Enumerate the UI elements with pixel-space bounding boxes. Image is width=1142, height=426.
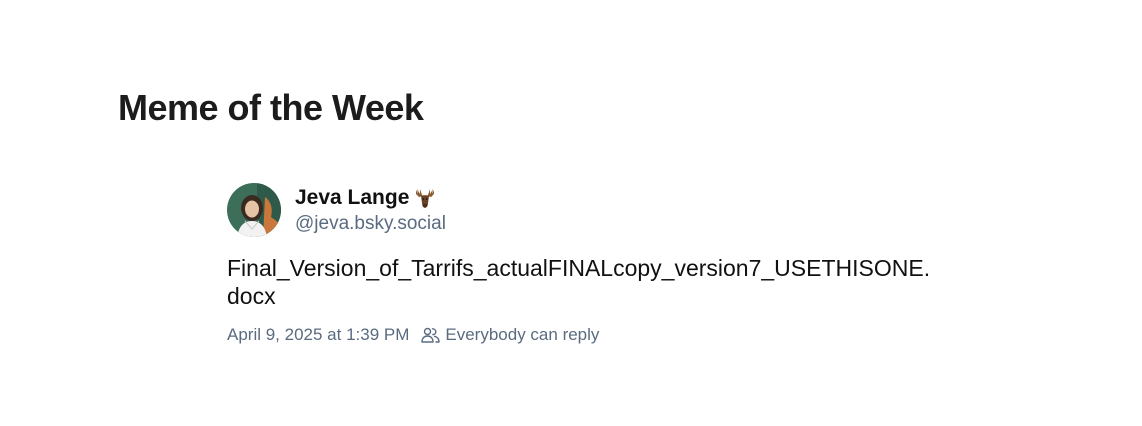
post-text-line: Final_Version_of_Tarrifs_actualFINALcopy… bbox=[227, 255, 931, 281]
author-handle[interactable]: @jeva.bsky.social bbox=[295, 212, 446, 236]
post-meta: April 9, 2025 at 1:39 PM Everybody can r… bbox=[227, 325, 987, 345]
reply-setting[interactable]: Everybody can reply bbox=[421, 325, 599, 345]
avatar[interactable] bbox=[227, 183, 281, 237]
post-text: Final_Version_of_Tarrifs_actualFINALcopy… bbox=[227, 254, 947, 310]
author-info: Jeva Lange @jeva.bsky.social bbox=[295, 183, 446, 236]
avatar-image bbox=[227, 183, 281, 237]
author-name-row: Jeva Lange bbox=[295, 184, 446, 212]
reply-setting-label: Everybody can reply bbox=[445, 325, 600, 344]
author-name[interactable]: Jeva Lange bbox=[295, 186, 409, 210]
moose-emoji-icon bbox=[414, 187, 436, 209]
people-icon bbox=[421, 327, 441, 343]
section-title: Meme of the Week bbox=[118, 87, 424, 128]
post-timestamp[interactable]: April 9, 2025 at 1:39 PM bbox=[227, 325, 409, 345]
post-text-line: docx bbox=[227, 283, 276, 309]
post-header: Jeva Lange @jeva.bsky.social bbox=[227, 183, 987, 237]
social-post[interactable]: Jeva Lange @jeva.bsky.social Final_Versi… bbox=[227, 183, 987, 345]
